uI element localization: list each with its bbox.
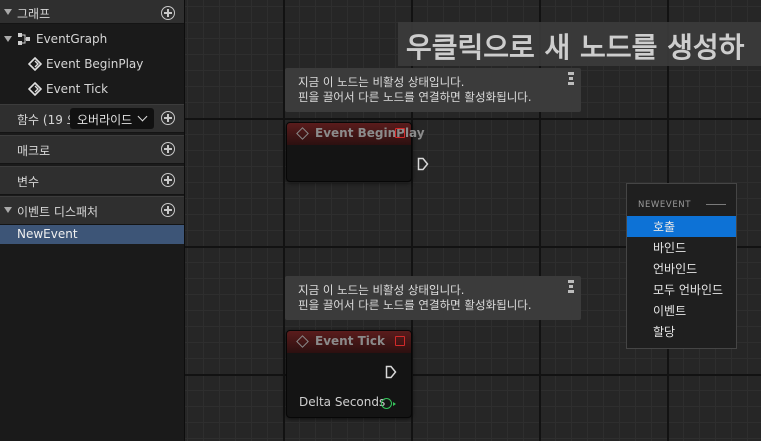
- add-macro-icon[interactable]: [161, 142, 175, 156]
- node-header: Event BeginPlay: [287, 123, 425, 145]
- begin-play-label: Event BeginPlay: [46, 57, 144, 71]
- event-diamond-icon: [28, 57, 42, 71]
- override-label: 오버라이드: [77, 113, 133, 127]
- expand-arrow-icon[interactable]: [4, 36, 12, 42]
- tree-item-eventgraph[interactable]: EventGraph: [0, 30, 184, 48]
- section-functions[interactable]: 함수 (19 오 오버라이드: [0, 104, 184, 133]
- exec-pin-icon[interactable]: [385, 365, 397, 379]
- node-comment[interactable]: 지금 이 노드는 비활성 상태입니다. 핀을 끌어서 다른 노드를 연결하면 활…: [285, 68, 581, 112]
- section-macros[interactable]: 매크로: [0, 135, 184, 164]
- pin-icon[interactable]: [567, 72, 575, 86]
- menu-item-label: 할당: [653, 325, 676, 339]
- menu-item-label: 호출: [653, 220, 676, 234]
- menu-item-call[interactable]: 호출: [627, 216, 736, 237]
- tree-item-begin-play[interactable]: Event BeginPlay: [0, 55, 184, 73]
- menu-item-assign[interactable]: 할당: [627, 321, 736, 342]
- delegate-pin-icon[interactable]: [395, 128, 405, 138]
- collapse-arrow-icon[interactable]: [4, 9, 12, 15]
- section-variables[interactable]: 변수: [0, 166, 184, 195]
- comment-line-2: 핀을 끌어서 다른 노드를 연결하면 활성화됩니다.: [298, 90, 532, 104]
- node-title: Event Tick: [315, 334, 386, 348]
- tick-label: Event Tick: [46, 82, 109, 96]
- add-variable-icon[interactable]: [161, 173, 175, 187]
- delta-seconds-label: Delta Seconds: [299, 395, 386, 409]
- node-title: Event BeginPlay: [315, 126, 425, 140]
- menu-item-label: 모두 언바인드: [653, 283, 724, 297]
- chevron-down-icon: [137, 111, 148, 122]
- node-comment[interactable]: 지금 이 노드는 비활성 상태입니다. 핀을 끌어서 다른 노드를 연결하면 활…: [285, 276, 581, 320]
- newevent-label: NewEvent: [17, 227, 78, 241]
- menu-item-unbind-all[interactable]: 모두 언바인드: [627, 279, 736, 300]
- delegate-pin-icon[interactable]: [395, 336, 405, 346]
- menu-item-unbind[interactable]: 언바인드: [627, 258, 736, 279]
- add-graph-icon[interactable]: [161, 6, 175, 20]
- float-pin-icon[interactable]: [381, 398, 396, 409]
- menu-item-bind[interactable]: 바인드: [627, 237, 736, 258]
- tree-item-tick[interactable]: Event Tick: [0, 80, 184, 98]
- graph-icon: [18, 33, 30, 45]
- event-diamond-icon: [296, 127, 309, 140]
- add-function-icon[interactable]: [161, 111, 175, 125]
- section-macros-label: 매크로: [17, 144, 51, 158]
- comment-line-1: 지금 이 노드는 비활성 상태입니다.: [298, 283, 465, 297]
- event-diamond-icon: [28, 82, 42, 96]
- collapse-arrow-icon[interactable]: [4, 207, 12, 213]
- section-dispatchers[interactable]: 이벤트 디스패처: [0, 196, 184, 225]
- tree-item-newevent[interactable]: NewEvent: [0, 225, 184, 244]
- override-dropdown[interactable]: 오버라이드: [70, 108, 154, 129]
- menu-item-label: 언바인드: [653, 262, 698, 276]
- section-graphs[interactable]: 그래프: [0, 0, 184, 24]
- menu-item-event[interactable]: 이벤트: [627, 300, 736, 321]
- section-graphs-label: 그래프: [17, 7, 51, 21]
- node-header: Event Tick: [287, 331, 411, 353]
- graph-hint-text: 우클릭으로 새 노드를 생성하: [406, 31, 745, 64]
- section-functions-label: 함수 (19 오: [17, 113, 78, 127]
- section-dispatchers-label: 이벤트 디스패처: [17, 205, 99, 219]
- eventgraph-label: EventGraph: [36, 32, 108, 46]
- add-dispatcher-icon[interactable]: [161, 203, 175, 217]
- menu-item-label: 이벤트: [653, 304, 687, 318]
- graph-hint: 우클릭으로 새 노드를 생성하: [398, 22, 761, 66]
- context-menu: NEWEVENT 호출 바인드 언바인드 모두 언바인드 이벤트 할당: [626, 183, 737, 349]
- event-node-begin-play[interactable]: Event BeginPlay: [286, 122, 429, 182]
- event-node-tick[interactable]: Event Tick Delta Seconds: [286, 330, 412, 418]
- section-variables-label: 변수: [17, 175, 40, 189]
- my-blueprint-panel: 그래프 EventGraph Event BeginPlay Event Tic…: [0, 0, 185, 441]
- comment-line-1: 지금 이 노드는 비활성 상태입니다.: [298, 75, 465, 89]
- comment-line-2: 핀을 끌어서 다른 노드를 연결하면 활성화됩니다.: [298, 298, 532, 312]
- exec-pin-icon[interactable]: [417, 157, 429, 171]
- menu-header: NEWEVENT: [638, 200, 692, 210]
- pin-icon[interactable]: [567, 280, 575, 294]
- menu-item-label: 바인드: [653, 241, 687, 255]
- event-diamond-icon: [296, 335, 309, 348]
- menu-divider: [706, 204, 726, 205]
